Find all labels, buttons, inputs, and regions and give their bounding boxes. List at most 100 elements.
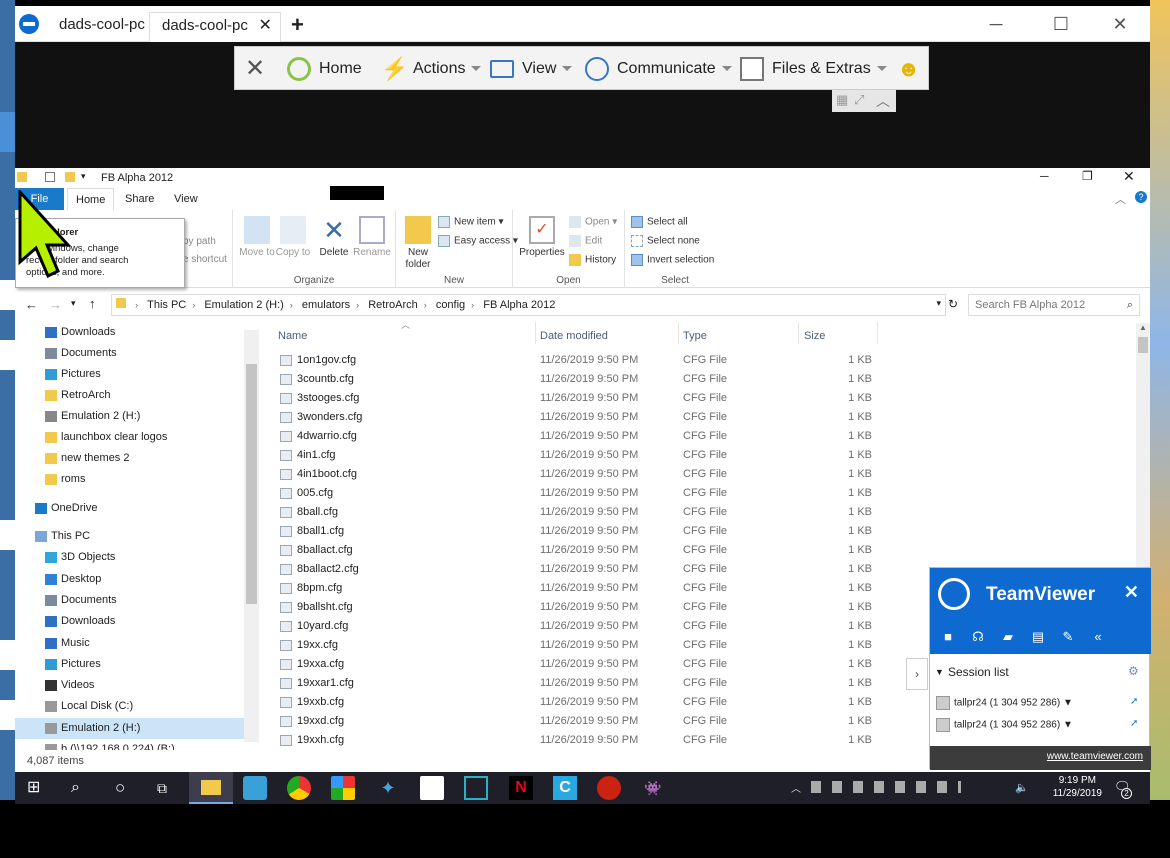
collapse-up-icon[interactable]: ︿ (876, 91, 890, 111)
paste-shortcut-button[interactable]: e shortcut (183, 254, 227, 265)
help-icon[interactable]: ? (1135, 191, 1147, 203)
nav-item[interactable]: b (\\192.168.0.224) (B:) (15, 739, 259, 750)
pointer-icon[interactable]: ➚ (1130, 718, 1138, 729)
breadcrumb-emulation[interactable]: Emulation 2 (H:) (204, 295, 283, 315)
nav-item[interactable]: Documents📌 (15, 343, 259, 364)
nav-item[interactable]: Videos (15, 675, 259, 696)
file-row[interactable]: 005.cfg 11/26/2019 9:50 PM CFG File 1 KB (269, 484, 1136, 503)
gear-icon[interactable]: ⚙ (1128, 664, 1139, 678)
tab-dads-cool-pc-1[interactable]: dads-cool-pc (47, 12, 157, 44)
tv-app-icon[interactable] (464, 776, 488, 800)
close-tab-icon[interactable]: ✕ (258, 13, 271, 39)
gamepad-icon[interactable]: 👾 (641, 776, 665, 800)
actions-button[interactable]: ⚡ Actions (381, 47, 482, 91)
double-chevron-left-icon[interactable]: « (1090, 630, 1106, 644)
edit-button[interactable]: Edit (569, 235, 602, 247)
file-row[interactable]: 8ball.cfg 11/26/2019 9:50 PM CFG File 1 KB (269, 503, 1136, 522)
file-row[interactable]: 1on1gov.cfg 11/26/2019 9:50 PM CFG File 1 K… (269, 351, 1136, 370)
column-header-size[interactable]: Size (804, 330, 825, 342)
netflix-icon[interactable]: N (509, 776, 533, 800)
home-button[interactable]: Home (287, 47, 362, 91)
tray-overflow-icon[interactable]: ︿ (791, 780, 801, 795)
file-row[interactable]: 8ball1.cfg 11/26/2019 9:50 PM CFG File 1 KB (269, 522, 1136, 541)
tab-dads-cool-pc-2[interactable]: dads-cool-pc ✕ (149, 12, 281, 44)
c-app-icon[interactable]: C (553, 776, 577, 800)
file-row[interactable]: 4dwarrio.cfg 11/26/2019 9:50 PM CFG File 1 … (269, 427, 1136, 446)
video-icon[interactable]: ■ (940, 630, 956, 644)
chat-icon[interactable]: ▰ (1000, 630, 1016, 644)
file-row[interactable]: 3stooges.cfg 11/26/2019 9:50 PM CFG File 1 … (269, 389, 1136, 408)
address-dropdown-icon[interactable]: ▾ (936, 298, 941, 309)
new-folder-button[interactable]: New folder (400, 216, 436, 271)
task-view-icon[interactable]: ⧉ (157, 776, 181, 800)
nav-item[interactable]: Downloads (15, 611, 259, 632)
file-scroll-thumb[interactable] (1138, 337, 1148, 353)
close-window-icon[interactable]: ✕ (1123, 168, 1135, 185)
history-button[interactable]: History (569, 254, 616, 266)
search-icon[interactable]: ⌕ (71, 776, 95, 800)
fullscreen-icon[interactable]: ⤢ (854, 92, 864, 108)
file-row[interactable]: 3wonders.cfg 11/26/2019 9:50 PM CFG File 1 … (269, 408, 1136, 427)
nav-item[interactable]: 3D Objects (15, 547, 259, 568)
windows-start-icon[interactable]: ⊞ (27, 776, 51, 800)
minimize-icon[interactable]: ─ (1040, 169, 1049, 183)
up-arrow-icon[interactable]: ↑ (89, 296, 96, 311)
copy-to-button[interactable]: Copy to (275, 216, 311, 259)
headset-icon[interactable]: ☊ (970, 630, 986, 644)
customize-quick-access-icon[interactable]: ▾ (81, 171, 86, 182)
session-item[interactable]: tallpr24 (1 304 952 286) ▼ ➚ (936, 718, 1138, 732)
teamviewer-link[interactable]: www.teamviewer.com (1047, 751, 1143, 762)
scroll-up-icon[interactable]: ▲ (1139, 323, 1147, 332)
files-extras-button[interactable]: Files & Extras (740, 47, 887, 91)
store-icon[interactable] (420, 776, 444, 800)
close-window-icon[interactable]: ✕ (1105, 12, 1135, 36)
nav-item[interactable]: Documents (15, 590, 259, 611)
nav-scrollbar[interactable] (244, 330, 259, 742)
breadcrumb-config[interactable]: config (436, 295, 465, 315)
expand-panel-icon[interactable]: › (906, 658, 928, 690)
search-input[interactable]: Search FB Alpha 2012 ⌕ (968, 294, 1140, 316)
session-item[interactable]: tallpr24 (1 304 952 286) ▼ ➚ (936, 696, 1138, 710)
recent-locations-icon[interactable]: ▾ (71, 298, 76, 309)
nav-item[interactable]: Music (15, 633, 259, 654)
brush-icon[interactable]: ✎ (1060, 630, 1076, 644)
app-cube-icon[interactable] (243, 776, 267, 800)
select-all-button[interactable]: Select all (631, 216, 688, 228)
tab-view[interactable]: View (166, 188, 206, 210)
clock[interactable]: 9:19 PM 11/29/2019 (1053, 774, 1102, 800)
delete-button[interactable]: ✕ Delete (317, 216, 351, 259)
nav-item[interactable]: Downloads📌 (15, 322, 259, 343)
collapse-triangle-icon[interactable]: ▼ (935, 667, 944, 677)
select-none-button[interactable]: Select none (631, 235, 700, 247)
nav-item[interactable]: RetroArch📌 (15, 385, 259, 406)
restore-icon[interactable]: ❐ (1082, 169, 1093, 183)
nav-scroll-thumb[interactable] (246, 364, 257, 604)
nav-item[interactable]: OneDrive (15, 498, 259, 519)
rubiks-app-icon[interactable] (331, 776, 355, 800)
nav-item[interactable]: Pictures📌 (15, 364, 259, 385)
file-explorer-taskbar-button[interactable] (189, 772, 233, 804)
pointer-icon[interactable]: ➚ (1130, 696, 1138, 707)
nav-item[interactable]: launchbox clear logos (15, 427, 259, 448)
column-header-date[interactable]: Date modified (540, 330, 608, 342)
new-item-button[interactable]: New item ▾ (438, 216, 504, 228)
nav-item[interactable]: Pictures (15, 654, 259, 675)
kodi-icon[interactable]: ✦ (376, 776, 400, 800)
breadcrumb-emulators[interactable]: emulators (302, 295, 350, 315)
nav-item[interactable]: Desktop (15, 569, 259, 590)
refresh-icon[interactable]: ↻ (948, 297, 958, 311)
forward-arrow-icon[interactable]: → (49, 297, 62, 312)
collapse-ribbon-icon[interactable]: ︿ (1115, 191, 1126, 207)
end-session-icon[interactable]: ✕ (245, 47, 265, 91)
cortana-icon[interactable]: ○ (115, 776, 139, 800)
new-tab-button[interactable]: + (279, 12, 316, 44)
minimize-icon[interactable]: ─ (981, 12, 1011, 36)
rename-button[interactable]: Rename (353, 216, 391, 259)
nav-item[interactable]: new themes 2 (15, 448, 259, 469)
file-row[interactable]: 8ballact.cfg 11/26/2019 9:50 PM CFG File 1 … (269, 541, 1136, 560)
open-button[interactable]: Open ▾ (569, 216, 617, 228)
nav-item[interactable]: Emulation 2 (H:) (15, 406, 259, 427)
nav-item[interactable]: roms (15, 469, 259, 490)
new-folder-quick-icon[interactable] (65, 172, 75, 182)
chrome-icon[interactable] (287, 776, 311, 800)
